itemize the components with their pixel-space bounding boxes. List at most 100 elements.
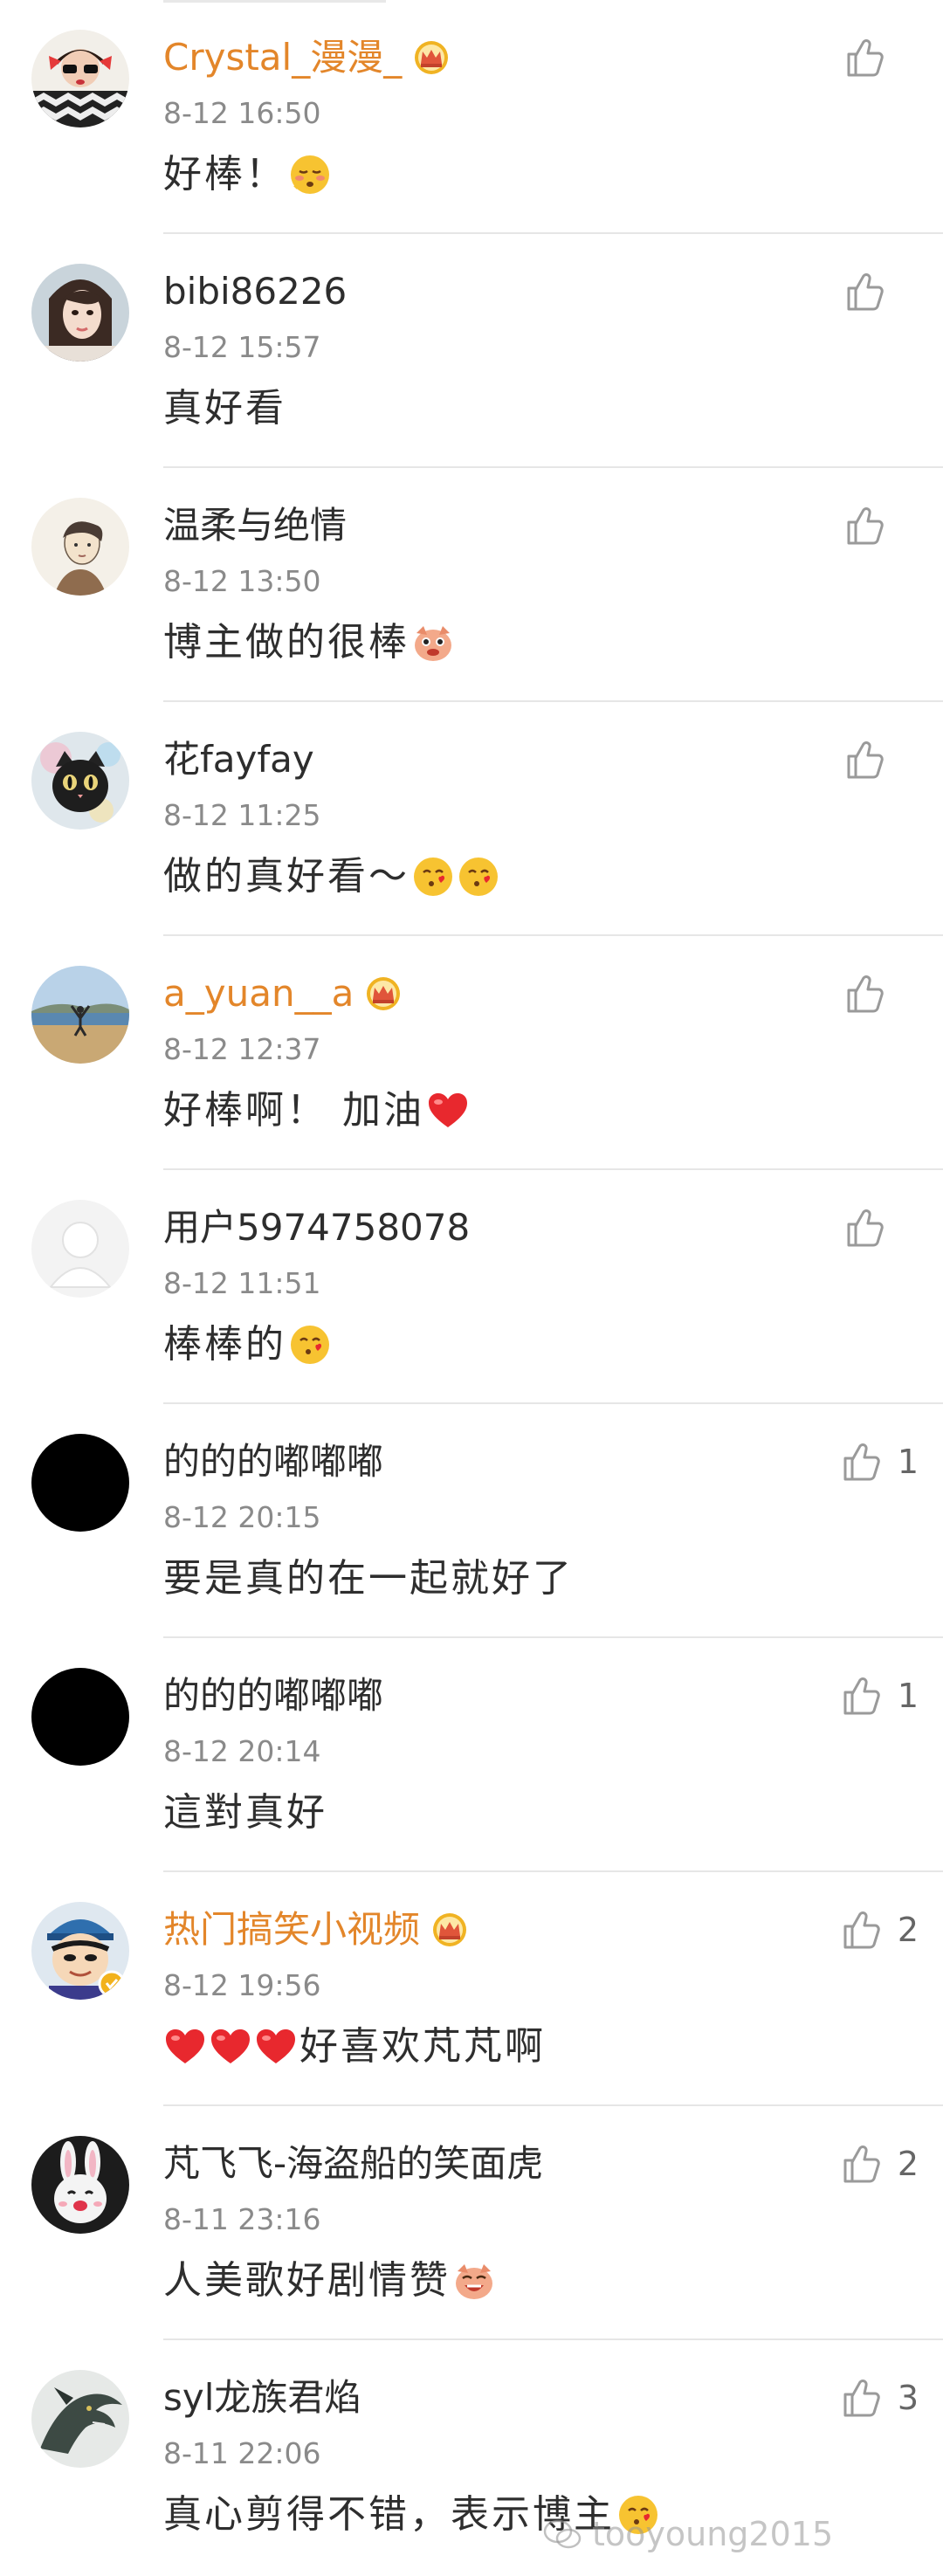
username[interactable]: 热门搞笑小视频 — [163, 1902, 420, 1958]
emoji-group — [451, 2259, 496, 2303]
kiss-emoji — [616, 2493, 660, 2537]
thumbs-up-icon[interactable] — [838, 1907, 884, 1953]
avatar-sketch[interactable] — [31, 498, 129, 596]
heart-emoji — [426, 1089, 470, 1133]
comment-time: 8-12 15:57 — [163, 330, 321, 364]
comment-text: 真心剪得不错，表示博主 — [163, 2492, 615, 2537]
avatar-cat[interactable] — [31, 732, 129, 830]
like-count: 3 — [897, 2379, 919, 2417]
thumbs-up-icon[interactable] — [838, 1673, 884, 1718]
thumbs-up-icon[interactable] — [842, 971, 887, 1016]
like-button[interactable] — [842, 732, 919, 788]
like-button[interactable] — [842, 30, 919, 86]
vip-crown-icon[interactable] — [430, 1912, 469, 1947]
comment-content: 棒棒的 — [163, 1317, 332, 1373]
username[interactable]: 用户5974758078 — [163, 1200, 470, 1256]
comment-text: 好喜欢芃芃啊 — [299, 2024, 546, 2069]
comment-item: 的的的嘟嘟嘟 8-12 20:14 這對真好 1 — [0, 1638, 943, 1872]
emoji-group — [286, 153, 332, 196]
comment-time: 8-12 12:37 — [163, 1032, 321, 1066]
like-button[interactable] — [842, 498, 919, 554]
heart-emoji — [254, 2025, 298, 2069]
name-row: 花fayfay — [163, 732, 314, 788]
avatar-cartoon[interactable] — [31, 1902, 129, 2000]
comment-item: 芃飞飞-海盗船的笑面虎 8-11 23:16 人美歌好剧情赞 2 — [0, 2106, 943, 2340]
username[interactable]: 的的的嘟嘟嘟 — [163, 1668, 383, 1724]
comment-content: 好喜欢芃芃啊 — [163, 2019, 546, 2075]
comment-item: 热门搞笑小视频 8-12 19:56 好喜欢芃芃啊 2 — [0, 1872, 943, 2106]
like-button[interactable]: 3 — [838, 2370, 919, 2426]
shy-emoji — [288, 153, 332, 196]
name-row: 的的的嘟嘟嘟 — [163, 1668, 383, 1724]
like-button[interactable]: 2 — [838, 2136, 919, 2192]
comment-text: 棒棒的 — [163, 1322, 286, 1367]
comment-text: 好棒啊！ 加油 — [163, 1088, 424, 1133]
comment-content: 人美歌好剧情赞 — [163, 2253, 496, 2309]
name-row: bibi86226 — [163, 264, 347, 320]
username[interactable]: 芃飞飞-海盗船的笑面虎 — [163, 2136, 543, 2192]
emoji-group — [424, 1089, 470, 1133]
comment-content: 真好看 — [163, 381, 286, 437]
like-button[interactable]: 1 — [838, 1434, 919, 1490]
comment-content: 這對真好 — [163, 1785, 327, 1841]
like-button[interactable] — [842, 264, 919, 320]
thumbs-up-icon[interactable] — [842, 35, 887, 80]
comment-text: 真好看 — [163, 386, 286, 430]
comment-content: 做的真好看～ — [163, 849, 500, 905]
comment-text: 這對真好 — [163, 1790, 327, 1835]
avatar-rabbit[interactable] — [31, 2136, 129, 2234]
comment-time: 8-11 22:06 — [163, 2436, 321, 2470]
name-row: Crystal_漫漫_ — [163, 30, 451, 86]
pig-emoji — [411, 621, 455, 665]
kiss-emoji — [411, 855, 455, 899]
username[interactable]: Crystal_漫漫_ — [163, 30, 402, 86]
comment-time: 8-12 20:15 — [163, 1500, 321, 1534]
username[interactable]: 花fayfay — [163, 732, 314, 788]
name-row: 芃飞飞-海盗船的笑面虎 — [163, 2136, 543, 2192]
name-row: syl龙族君焰 — [163, 2370, 361, 2426]
username[interactable]: 温柔与绝情 — [163, 498, 347, 554]
username[interactable]: 的的的嘟嘟嘟 — [163, 1434, 383, 1490]
thumbs-up-icon[interactable] — [842, 503, 887, 548]
avatar-bibi[interactable] — [31, 264, 129, 362]
like-button[interactable] — [842, 966, 919, 1022]
comment-time: 8-12 13:50 — [163, 564, 321, 598]
avatar-black[interactable] — [31, 1668, 129, 1766]
comment-content: 好棒啊！ 加油 — [163, 1083, 470, 1139]
thumbs-up-icon[interactable] — [838, 2375, 884, 2421]
comment-content: 博主做的很棒 — [163, 615, 455, 671]
comment-text: 好棒！ — [163, 152, 286, 196]
username[interactable]: a_yuan__a — [163, 966, 354, 1022]
avatar-dragon[interactable] — [31, 2370, 129, 2468]
like-button[interactable]: 1 — [838, 1668, 919, 1724]
name-row: a_yuan__a — [163, 966, 403, 1022]
heart-emoji — [163, 2025, 207, 2069]
comment-text: 人美歌好剧情赞 — [163, 2258, 451, 2303]
name-row: 的的的嘟嘟嘟 — [163, 1434, 383, 1490]
username[interactable]: syl龙族君焰 — [163, 2370, 361, 2426]
avatar-beach[interactable] — [31, 966, 129, 1064]
username[interactable]: bibi86226 — [163, 264, 347, 320]
comment-item: a_yuan__a 8-12 12:37 好棒啊！ 加油 — [0, 936, 943, 1170]
avatar-default[interactable] — [31, 1200, 129, 1298]
comment-item: 的的的嘟嘟嘟 8-12 20:15 要是真的在一起就好了 1 — [0, 1404, 943, 1638]
heart-emoji — [209, 2025, 252, 2069]
avatar-crystal[interactable] — [31, 30, 129, 127]
like-button[interactable] — [842, 1200, 919, 1256]
comment-text: 博主做的很棒 — [163, 620, 410, 665]
thumbs-up-icon[interactable] — [842, 269, 887, 314]
like-count: 2 — [897, 1911, 919, 1949]
thumbs-up-icon[interactable] — [842, 1205, 887, 1250]
thumbs-up-icon[interactable] — [838, 1439, 884, 1484]
comment-content: 要是真的在一起就好了 — [163, 1551, 574, 1607]
like-count: 1 — [897, 1677, 919, 1715]
thumbs-up-icon[interactable] — [842, 737, 887, 782]
like-button[interactable]: 2 — [838, 1902, 919, 1958]
comment-time: 8-11 23:16 — [163, 2202, 321, 2236]
like-count: 2 — [897, 2145, 919, 2183]
comment-text: 要是真的在一起就好了 — [163, 1556, 574, 1601]
vip-crown-icon[interactable] — [412, 40, 451, 75]
avatar-black[interactable] — [31, 1434, 129, 1532]
vip-crown-icon[interactable] — [364, 976, 403, 1011]
thumbs-up-icon[interactable] — [838, 2141, 884, 2187]
